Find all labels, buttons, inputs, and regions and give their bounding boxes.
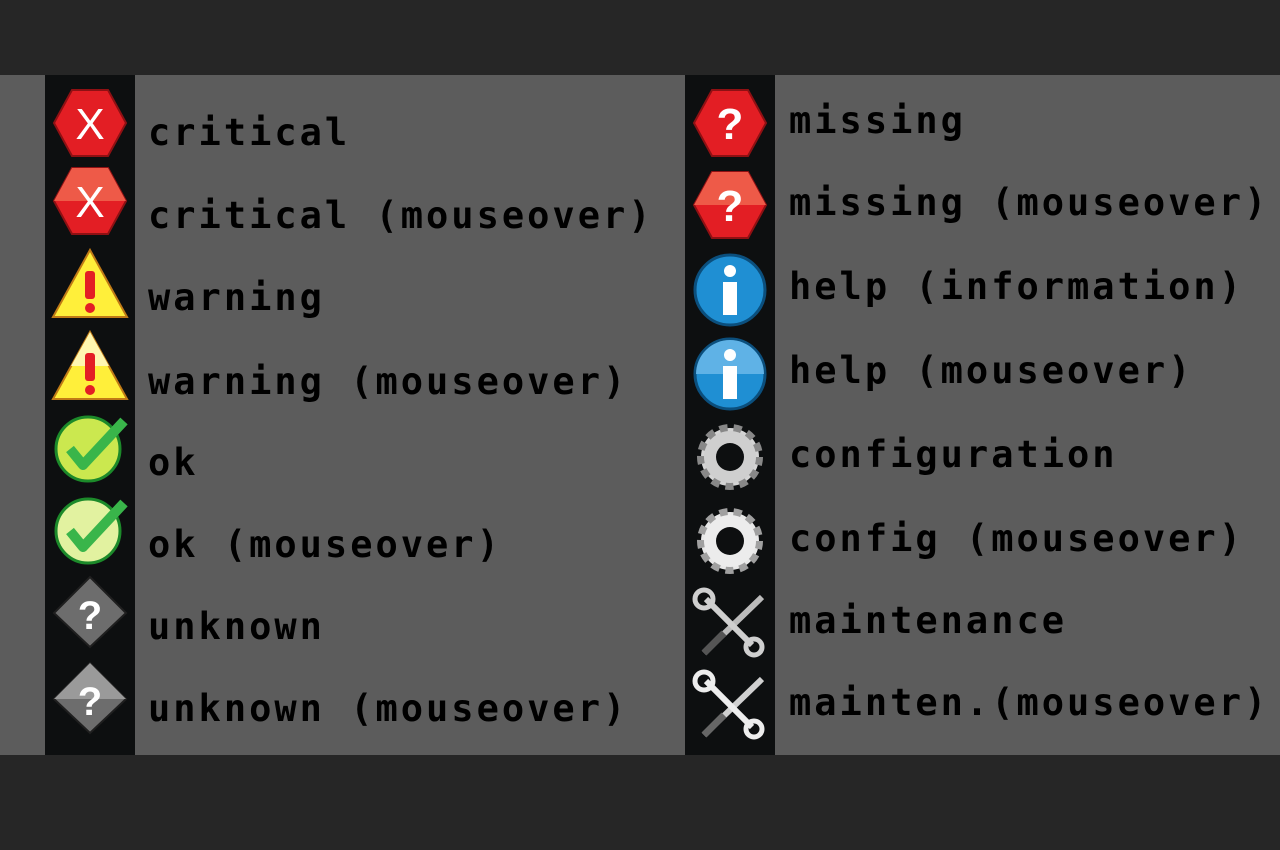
wrench-hover-icon	[690, 667, 770, 743]
svg-text:?: ?	[717, 100, 744, 149]
legend-label: config (mouseover)	[789, 517, 1244, 560]
legend-label: ok (mouseover)	[148, 523, 502, 566]
svg-text:?: ?	[78, 680, 102, 724]
svg-text:?: ?	[78, 594, 102, 638]
legend-label: warning (mouseover)	[148, 360, 629, 403]
legend-label: configuration	[789, 433, 1118, 476]
legend-label: ok	[148, 441, 199, 484]
legend-label: critical	[148, 111, 351, 154]
unknown-hover-icon: ?	[50, 659, 130, 735]
svg-text:X: X	[75, 178, 104, 227]
ok-hover-icon	[50, 491, 130, 567]
missing-hover-icon: ?	[690, 167, 770, 243]
legend-label: help (mouseover)	[789, 349, 1194, 392]
svg-text:?: ?	[717, 182, 744, 231]
legend-panel: X critical X critical (mouseover) warnin…	[0, 75, 1280, 755]
legend-label: warning	[148, 276, 325, 319]
missing-icon: ?	[690, 85, 770, 161]
legend-label: missing (mouseover)	[789, 181, 1270, 224]
legend-label: help (information)	[789, 265, 1244, 308]
legend-label: unknown (mouseover)	[148, 687, 629, 730]
legend-label: mainten.(mouseover)	[789, 681, 1270, 724]
legend-label: critical (mouseover)	[148, 194, 654, 237]
warning-hover-icon	[50, 327, 130, 403]
gear-hover-icon	[690, 503, 770, 579]
legend-label: unknown	[148, 605, 325, 648]
gear-icon	[690, 419, 770, 495]
warning-icon	[50, 245, 130, 321]
wrench-icon	[690, 585, 770, 661]
ok-icon	[50, 409, 130, 485]
help-hover-icon	[690, 335, 770, 411]
legend-label: missing	[789, 99, 966, 142]
help-icon	[690, 251, 770, 327]
legend-label: maintenance	[789, 599, 1068, 642]
critical-icon: X	[50, 85, 130, 161]
unknown-icon: ?	[50, 573, 130, 649]
svg-text:X: X	[75, 100, 104, 149]
critical-hover-icon: X	[50, 163, 130, 239]
